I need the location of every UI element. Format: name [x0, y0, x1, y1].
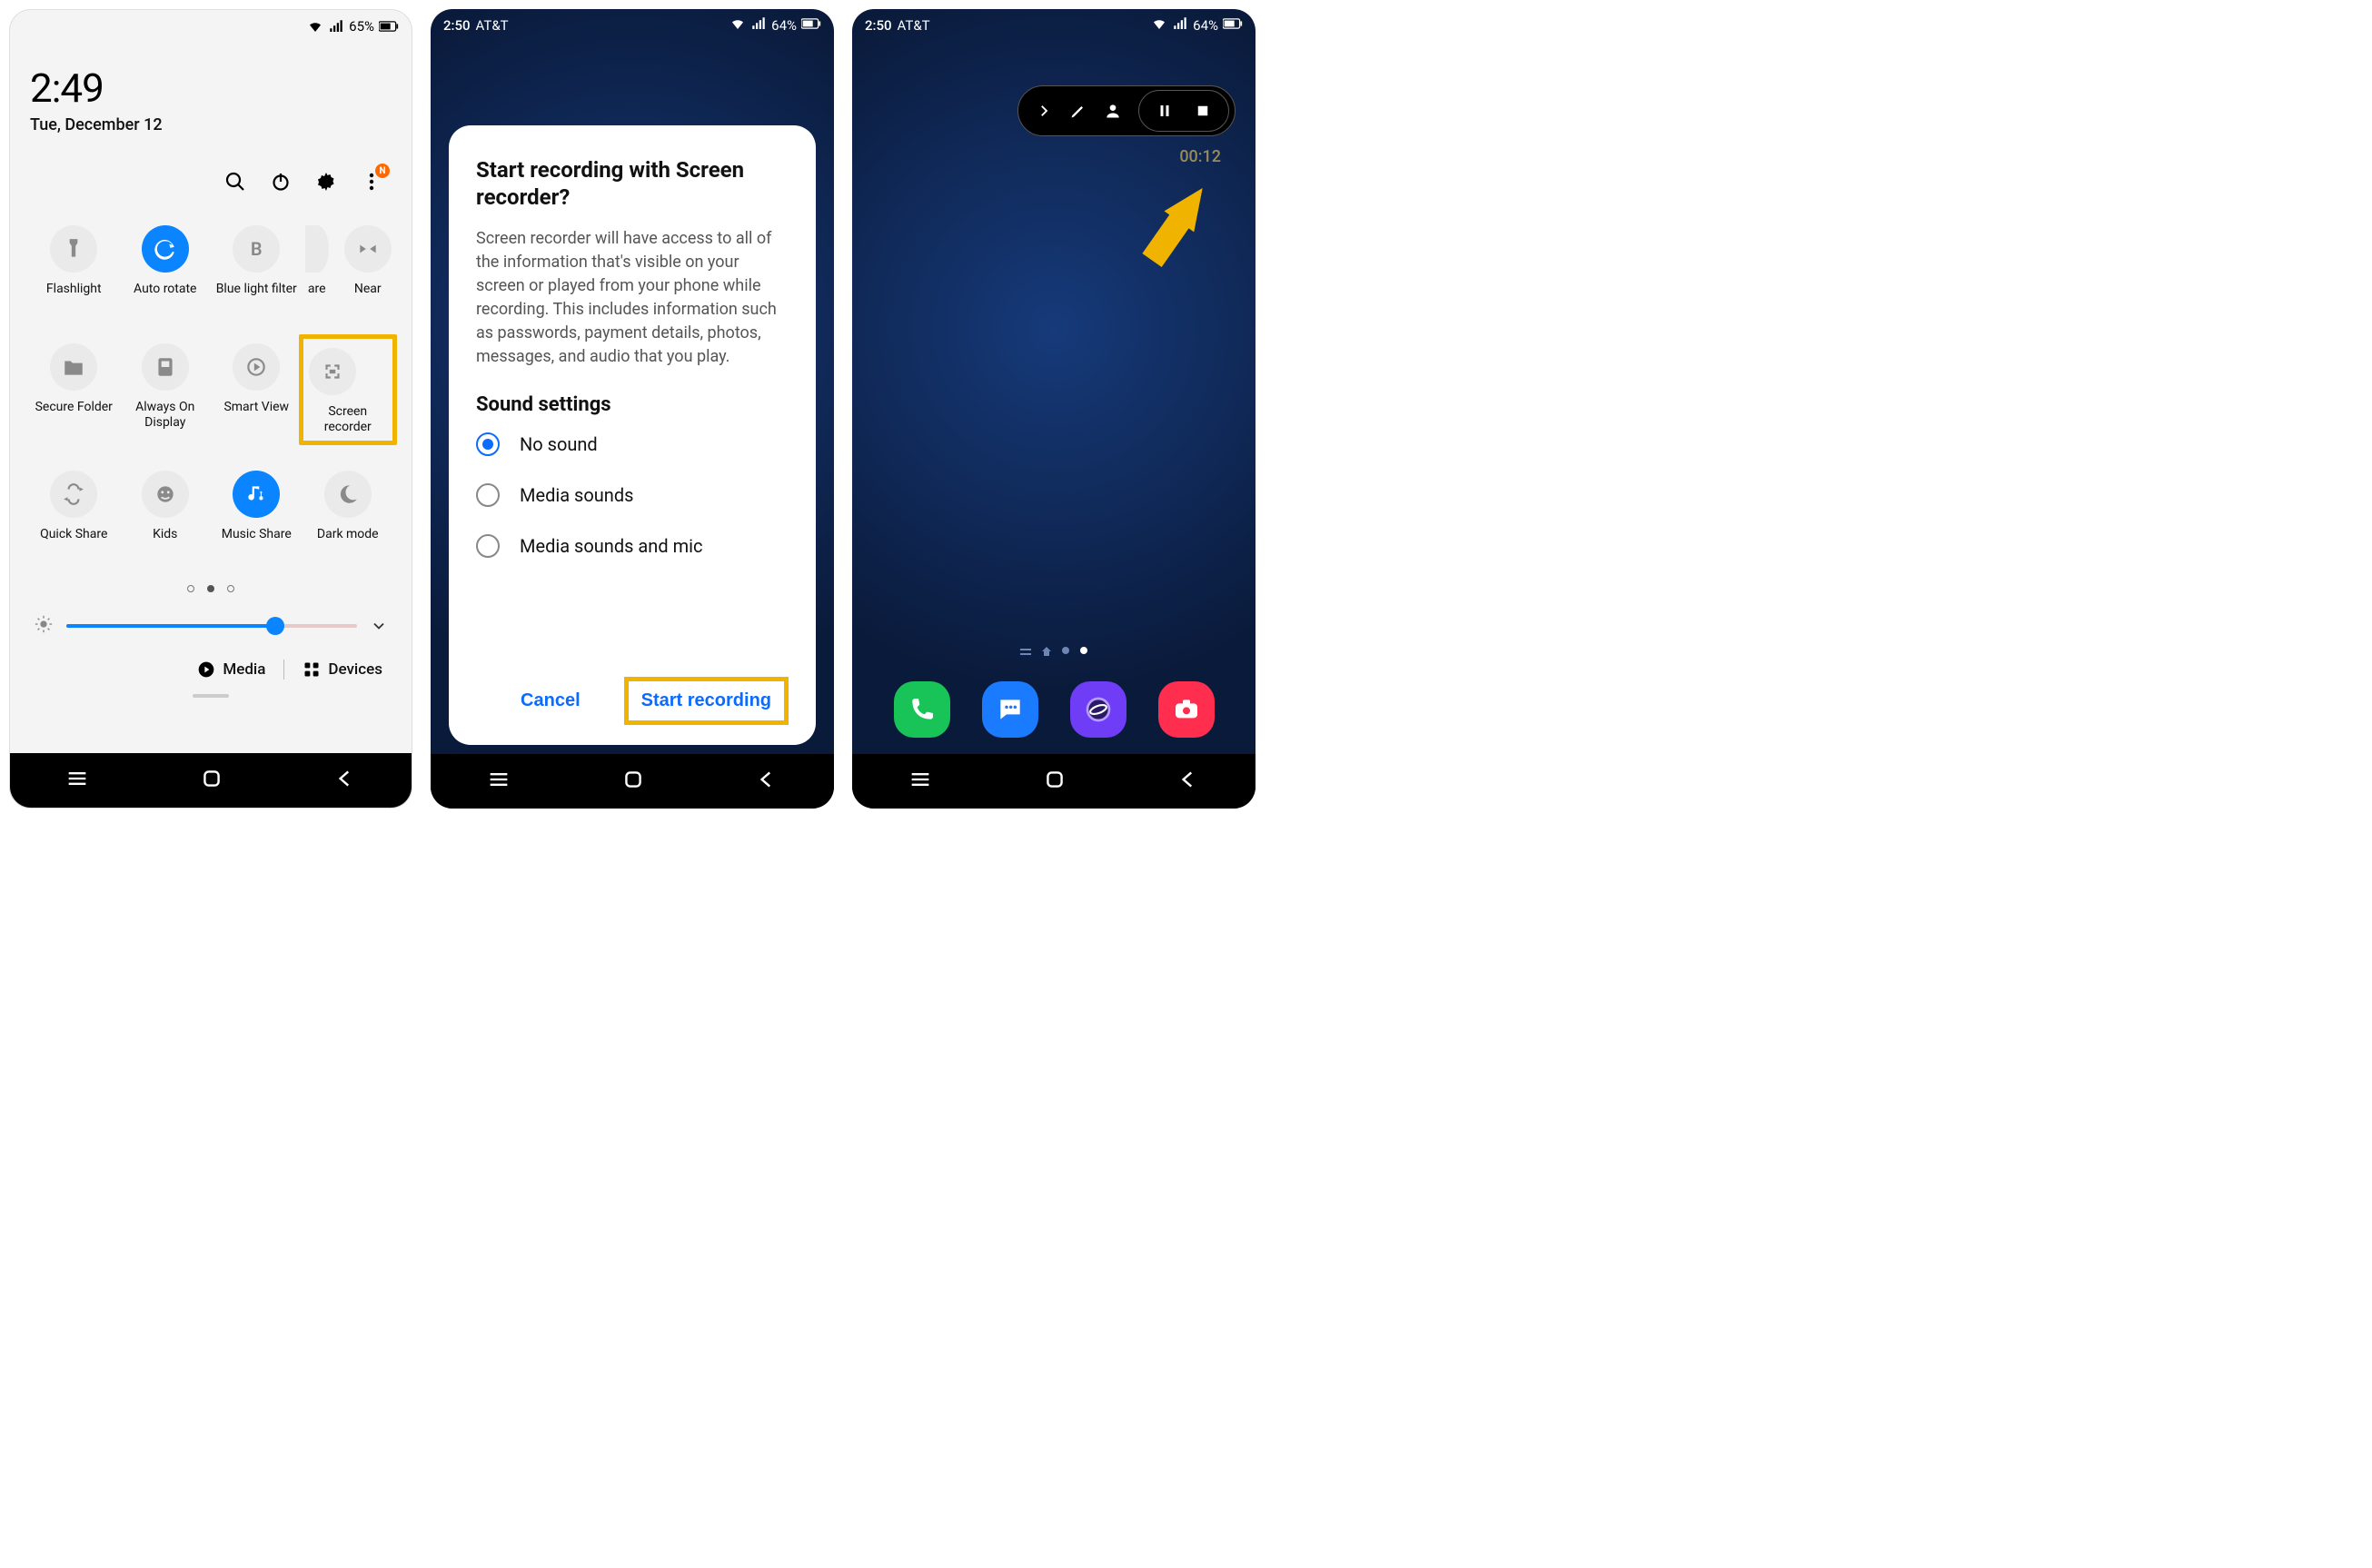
radio-media-sounds[interactable]: Media sounds: [476, 483, 789, 507]
radio-icon: [476, 483, 500, 507]
tile-flashlight[interactable]: Flashlight: [30, 225, 118, 313]
screenshot-recording-overlay: 2:50 AT&T 64% 00:12: [852, 9, 1255, 809]
status-bar: 2:50 AT&T 64%: [431, 9, 834, 38]
status-time: 2:50: [865, 17, 892, 34]
person-icon[interactable]: [1100, 98, 1126, 124]
status-carrier: AT&T: [898, 17, 930, 34]
signal-icon: [328, 18, 344, 35]
signal-icon: [1172, 15, 1188, 35]
battery-text: 64%: [1193, 17, 1218, 34]
panel-date: Tue, December 12: [30, 115, 392, 134]
tile-auto-rotate[interactable]: Auto rotate: [122, 225, 210, 313]
app-internet[interactable]: [1070, 681, 1126, 738]
tile-share-partial[interactable]: are: [304, 225, 330, 313]
media-button[interactable]: Media: [197, 660, 265, 679]
nav-recents-icon[interactable]: [65, 766, 90, 795]
status-time: 2:50: [443, 17, 471, 34]
recording-timer: 00:12: [1179, 147, 1221, 166]
dialog-body: Screen recorder will have access to all …: [476, 227, 789, 370]
wifi-icon: [307, 18, 323, 35]
tile-screen-recorder[interactable]: Screen recorder: [304, 343, 392, 440]
brightness-icon: [34, 614, 54, 638]
notification-badge: N: [375, 164, 390, 178]
tile-aod[interactable]: Always On Display: [122, 343, 210, 440]
page-indicator: [30, 585, 392, 592]
chevron-down-icon[interactable]: [370, 617, 388, 635]
chevron-right-icon[interactable]: [1031, 98, 1057, 124]
battery-icon: [801, 17, 821, 34]
brightness-row: [30, 614, 392, 638]
battery-text: 65%: [349, 18, 374, 35]
nav-home-icon[interactable]: [621, 768, 645, 795]
recording-toolbar[interactable]: [1017, 85, 1236, 136]
battery-icon: [379, 20, 399, 33]
more-icon[interactable]: N: [359, 169, 384, 194]
search-icon[interactable]: [223, 169, 248, 194]
pencil-icon[interactable]: [1066, 98, 1091, 124]
tile-quick-share[interactable]: Quick Share: [30, 471, 118, 558]
panel-clock: 2:49: [30, 65, 392, 112]
nav-recents-icon[interactable]: [908, 767, 933, 796]
nav-back-icon[interactable]: [1176, 768, 1200, 795]
wifi-icon: [1151, 15, 1167, 35]
arrow-annotation: [1136, 171, 1217, 280]
nav-back-icon[interactable]: [755, 768, 779, 795]
screenshot-start-recording-dialog: 2:50 AT&T 64% Start recording with Scree…: [431, 9, 834, 809]
tile-kids[interactable]: Kids: [122, 471, 210, 558]
battery-icon: [1223, 17, 1243, 34]
tile-blue-light[interactable]: B Blue light filter: [213, 225, 301, 313]
nav-bar: [10, 753, 412, 808]
screenshot-quick-settings: 65% 2:49 Tue, December 12 N: [9, 9, 412, 809]
nav-back-icon[interactable]: [333, 767, 357, 794]
home-page-indicator: [852, 647, 1255, 656]
app-camera[interactable]: [1158, 681, 1215, 738]
signal-icon: [750, 15, 767, 35]
tile-secure-folder[interactable]: Secure Folder: [30, 343, 118, 440]
nav-bar: [431, 754, 834, 809]
brightness-slider[interactable]: [66, 615, 357, 637]
nav-home-icon[interactable]: [200, 767, 223, 794]
nav-bar: [852, 754, 1255, 809]
tile-music-share[interactable]: Music Share: [213, 471, 301, 558]
battery-text: 64%: [771, 17, 797, 34]
cancel-button[interactable]: Cancel: [508, 681, 593, 720]
power-icon[interactable]: [268, 169, 293, 194]
radio-icon: [476, 432, 500, 456]
home-indicator-lines: [1020, 647, 1031, 656]
dialog-title: Start recording with Screen recorder?: [476, 156, 789, 211]
nav-recents-icon[interactable]: [486, 767, 511, 796]
app-phone[interactable]: [894, 681, 950, 738]
tile-dark-mode[interactable]: Dark mode: [304, 471, 392, 558]
tile-nearby-partial[interactable]: Near: [344, 225, 392, 313]
settings-icon[interactable]: [313, 169, 339, 194]
wifi-icon: [729, 15, 746, 35]
app-messages[interactable]: [982, 681, 1038, 738]
status-bar: 65%: [10, 10, 412, 39]
sound-settings-heading: Sound settings: [476, 393, 789, 416]
tile-smart-view[interactable]: Smart View: [213, 343, 301, 440]
home-dock: [852, 681, 1255, 738]
radio-no-sound[interactable]: No sound: [476, 432, 789, 456]
stop-icon[interactable]: [1190, 98, 1216, 124]
quick-tiles-grid: Flashlight Auto rotate B Blue light filt…: [30, 225, 392, 558]
highlight-annotation: Screen recorder: [299, 334, 398, 445]
status-bar: 2:50 AT&T 64%: [852, 9, 1255, 38]
status-carrier: AT&T: [476, 17, 509, 34]
screen-recorder-dialog: Start recording with Screen recorder? Sc…: [449, 125, 816, 745]
devices-button[interactable]: Devices: [303, 660, 382, 679]
nav-home-icon[interactable]: [1043, 768, 1067, 795]
radio-media-and-mic[interactable]: Media sounds and mic: [476, 534, 789, 558]
start-recording-button[interactable]: Start recording: [624, 677, 789, 725]
radio-icon: [476, 534, 500, 558]
panel-handle[interactable]: [193, 694, 229, 698]
home-indicator-home: [1042, 647, 1051, 656]
pause-icon[interactable]: [1152, 98, 1177, 124]
